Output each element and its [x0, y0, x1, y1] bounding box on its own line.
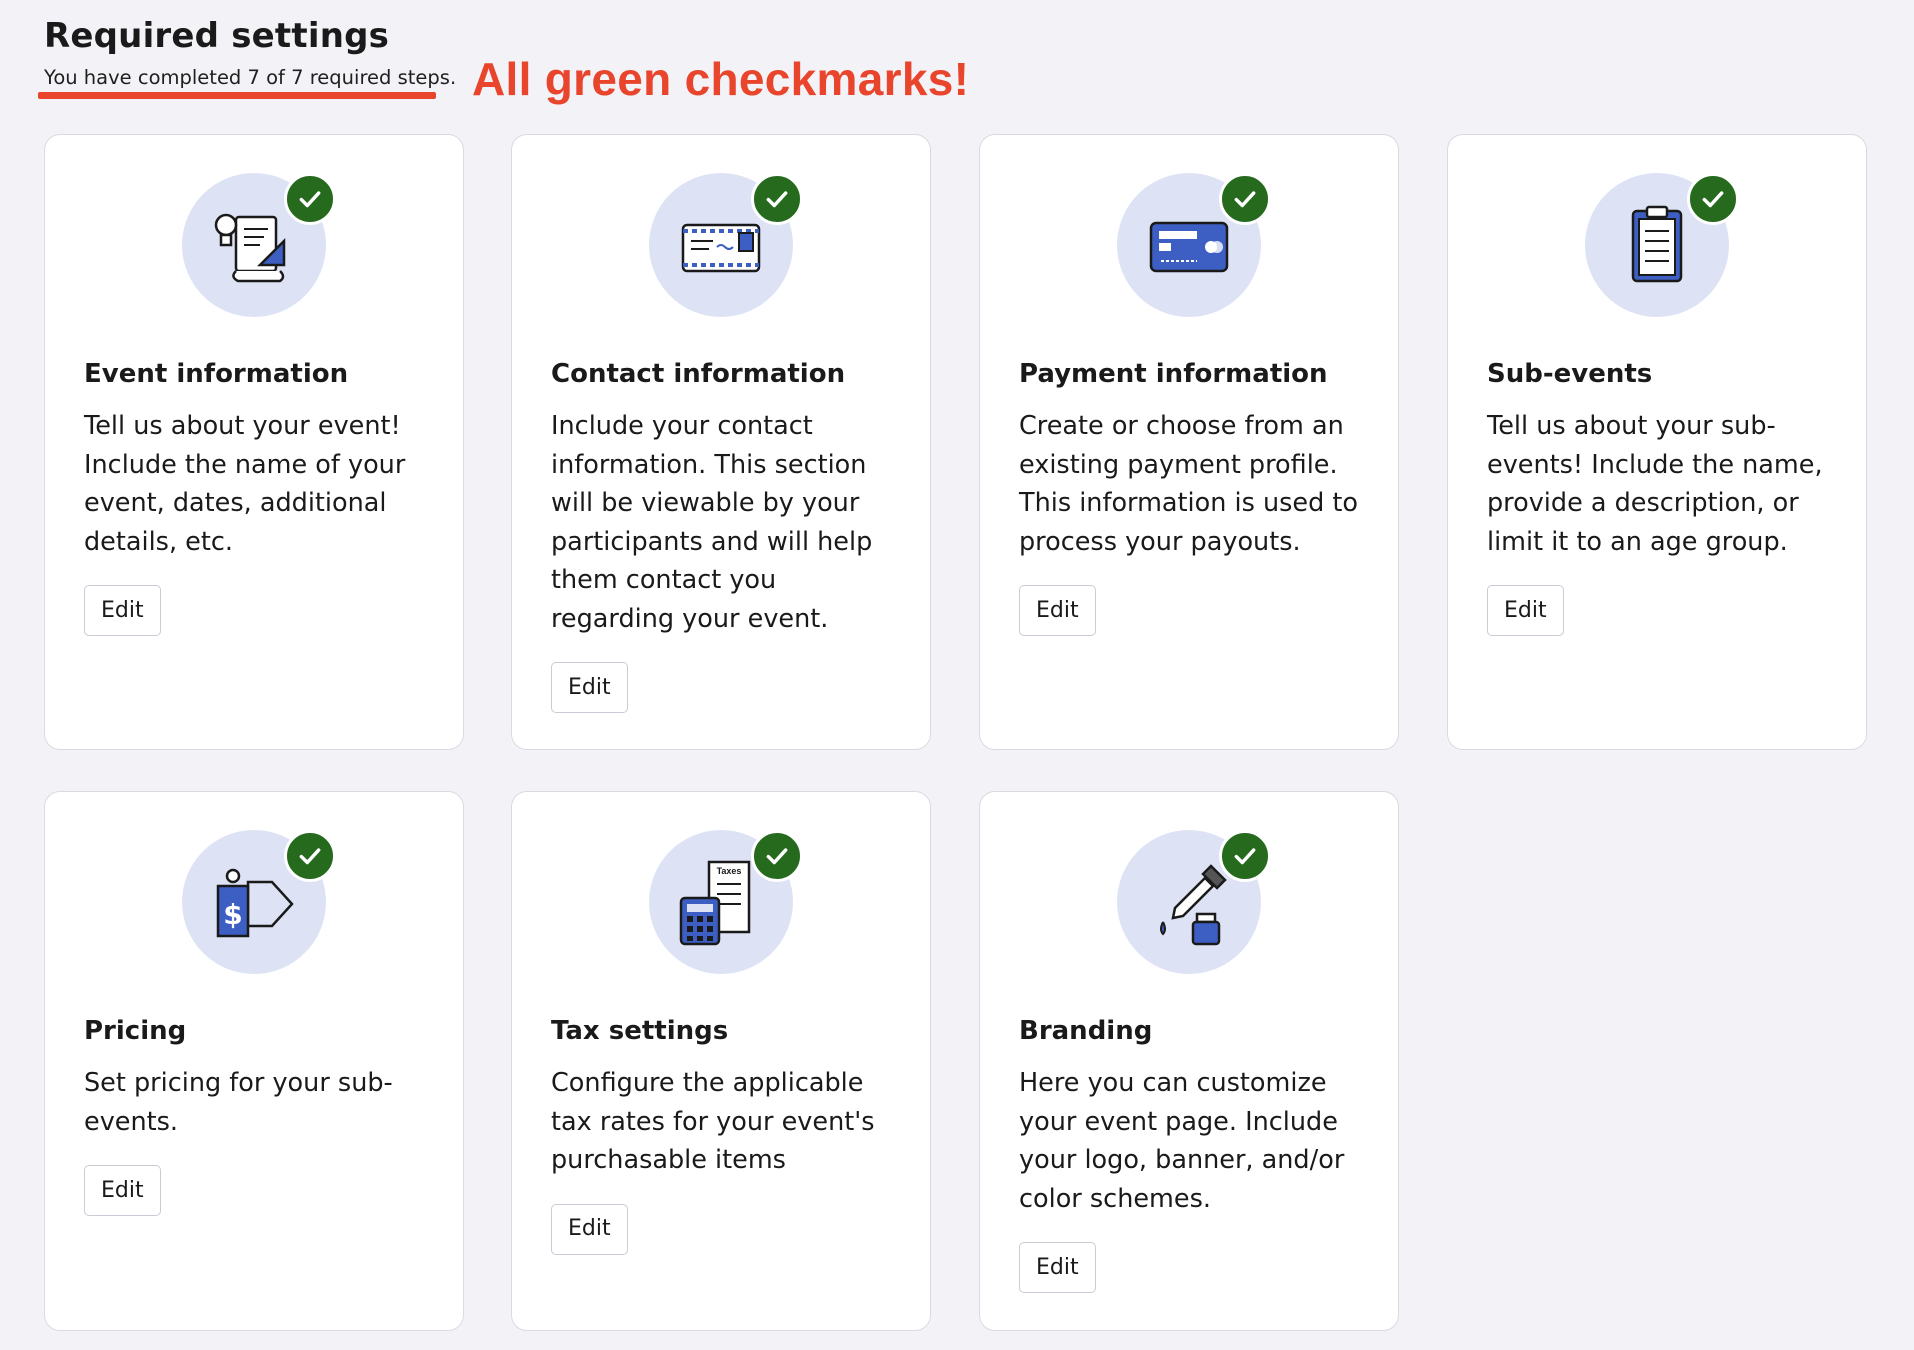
- annotation-text: All green checkmarks!: [472, 53, 970, 105]
- card-title: Tax settings: [551, 1016, 729, 1046]
- card-event-information: Event information Tell us about your eve…: [44, 134, 464, 750]
- branding-icon-wrap: [1117, 830, 1271, 974]
- card-body: Tax settings Configure the applicable ta…: [551, 1014, 900, 1255]
- pricing-icon-wrap: $: [182, 830, 336, 974]
- card-title: Pricing: [84, 1016, 187, 1046]
- edit-button[interactable]: Edit: [551, 1203, 628, 1255]
- edit-button[interactable]: Edit: [1487, 585, 1564, 636]
- card-contact-information: Contact information Include your contact…: [511, 134, 931, 750]
- completed-check-icon: [1219, 173, 1271, 225]
- edit-button[interactable]: Edit: [551, 662, 628, 713]
- card-description: Configure the applicable tax rates for y…: [551, 1068, 875, 1175]
- card-title: Sub-events: [1487, 359, 1653, 389]
- page-title: Required settings: [44, 16, 390, 56]
- card-description: Set pricing for your sub-events.: [84, 1068, 393, 1137]
- event-icon-wrap: [182, 173, 336, 317]
- card-description: Create or choose from an existing paymen…: [1019, 411, 1358, 557]
- completed-check-icon: [284, 830, 336, 882]
- card-body: Payment information Create or choose fro…: [1019, 357, 1368, 636]
- required-settings-page: Required settings You have completed 7 o…: [0, 0, 1914, 1350]
- card-title: Event information: [84, 359, 349, 389]
- sub-events-icon-wrap: [1585, 173, 1739, 317]
- card-title: Contact information: [551, 359, 846, 389]
- tax-icon-wrap: Taxes: [649, 830, 803, 974]
- progress-text: You have completed 7 of 7 required steps…: [44, 66, 457, 89]
- card-title: Payment information: [1019, 359, 1328, 389]
- completed-check-icon: [751, 830, 803, 882]
- svg-text:$: $: [223, 898, 242, 931]
- edit-button[interactable]: Edit: [84, 1165, 161, 1216]
- card-sub-events: Sub-events Tell us about your sub-events…: [1447, 134, 1867, 750]
- card-body: Event information Tell us about your eve…: [84, 357, 433, 636]
- payment-icon-wrap: [1117, 173, 1271, 317]
- completed-check-icon: [1219, 830, 1271, 882]
- completed-check-icon: [751, 173, 803, 225]
- card-description: Tell us about your sub-events! Include t…: [1487, 411, 1823, 557]
- edit-button[interactable]: Edit: [1019, 1242, 1096, 1293]
- card-branding: Branding Here you can customize your eve…: [979, 791, 1399, 1331]
- edit-button[interactable]: Edit: [1019, 585, 1096, 636]
- card-title: Branding: [1019, 1016, 1153, 1046]
- card-tax-settings: Taxes Tax settings Configure the applica…: [511, 791, 931, 1331]
- taxes-label: Taxes: [717, 866, 742, 876]
- page-header: Required settings: [44, 16, 389, 56]
- card-description: Tell us about your event! Include the na…: [84, 411, 406, 557]
- card-body: Pricing Set pricing for your sub-events.…: [84, 1014, 433, 1216]
- card-body: Sub-events Tell us about your sub-events…: [1487, 357, 1836, 636]
- card-pricing: $ Pricing Set pricing for your sub-event…: [44, 791, 464, 1331]
- card-description: Here you can customize your event page. …: [1019, 1068, 1345, 1214]
- card-payment-information: Payment information Create or choose fro…: [979, 134, 1399, 750]
- card-description: Include your contact information. This s…: [551, 411, 873, 634]
- completed-check-icon: [284, 173, 336, 225]
- card-body: Contact information Include your contact…: [551, 357, 900, 713]
- completed-check-icon: [1687, 173, 1739, 225]
- red-underline-annotation: [38, 92, 436, 99]
- edit-button[interactable]: Edit: [84, 585, 161, 636]
- card-body: Branding Here you can customize your eve…: [1019, 1014, 1368, 1293]
- contact-icon-wrap: [649, 173, 803, 317]
